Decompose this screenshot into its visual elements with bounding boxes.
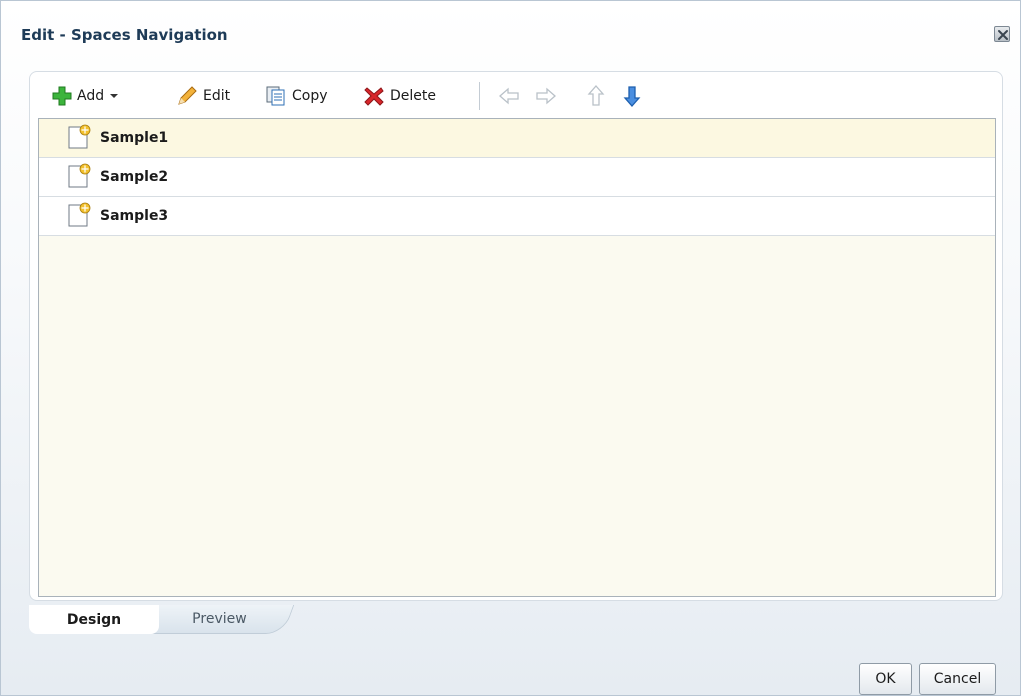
page-icon [68, 202, 91, 227]
dialog: Edit - Spaces Navigation Add Edit Copy D… [0, 0, 1021, 696]
tree-row-sample1[interactable]: Sample1 [39, 119, 995, 158]
page-icon [68, 163, 91, 188]
arrow-up-icon[interactable] [585, 84, 607, 108]
arrow-down-icon[interactable] [621, 84, 643, 108]
pencil-icon [178, 86, 197, 105]
delete-label: Delete [390, 88, 436, 104]
tree-row-sample3[interactable]: Sample3 [39, 197, 995, 236]
add-label: Add [77, 88, 105, 104]
tab-label: Preview [191, 611, 247, 627]
edit-button[interactable]: Edit [176, 84, 230, 108]
chevron-down-icon [110, 94, 119, 98]
tab-label: Design [66, 611, 122, 628]
tree-row-sample2[interactable]: Sample2 [39, 158, 995, 197]
ok-button[interactable]: OK [859, 663, 912, 695]
copy-icon [266, 86, 285, 106]
tab-design[interactable]: Design [29, 605, 159, 634]
editor-panel: Add Edit Copy Delete Sample1 Sample2 Sam… [29, 71, 1003, 601]
tree-row-label: Sample1 [100, 130, 169, 146]
tab-preview[interactable]: Preview [143, 605, 295, 634]
arrow-right-icon[interactable] [535, 84, 557, 108]
title-bar: Edit - Spaces Navigation [1, 1, 1020, 69]
add-button[interactable]: Add [52, 84, 119, 108]
copy-button[interactable]: Copy [265, 84, 328, 108]
delete-button[interactable]: Delete [363, 84, 436, 108]
dialog-title: Edit - Spaces Navigation [21, 26, 228, 44]
edit-label: Edit [203, 88, 231, 104]
view-tabs: Preview Design [29, 605, 329, 635]
close-button[interactable] [994, 26, 1010, 42]
delete-icon [364, 87, 384, 106]
arrow-left-icon[interactable] [498, 84, 520, 108]
navigation-tree: Sample1 Sample2 Sample3 [38, 118, 996, 597]
toolbar-separator [479, 82, 480, 110]
tree-row-label: Sample3 [100, 208, 169, 224]
copy-label: Copy [292, 88, 328, 104]
page-icon [68, 124, 91, 149]
close-icon [998, 30, 1008, 40]
tree-row-label: Sample2 [100, 169, 169, 185]
add-icon [52, 86, 72, 106]
cancel-button[interactable]: Cancel [919, 663, 996, 695]
toolbar: Add Edit Copy Delete [30, 72, 1002, 120]
